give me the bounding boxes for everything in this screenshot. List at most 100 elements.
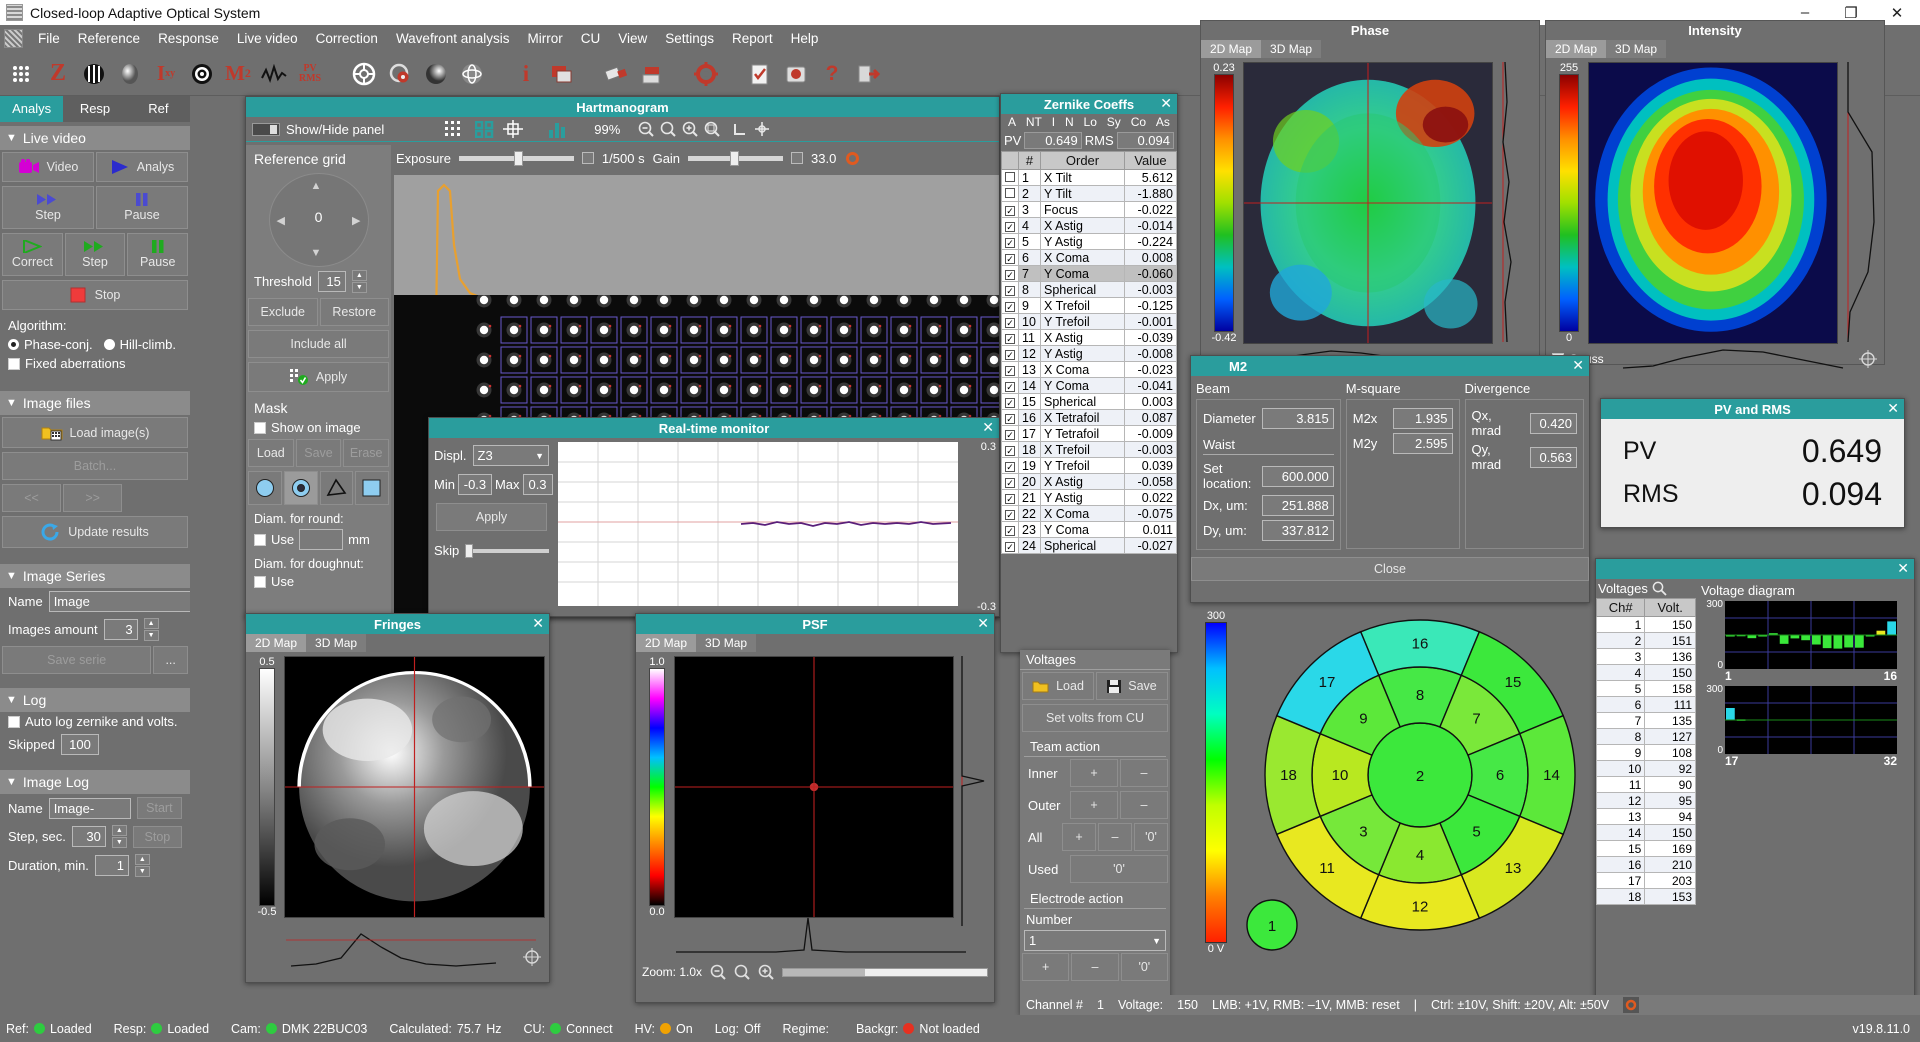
table-row[interactable]: 4150 [1597, 665, 1696, 681]
pause-button-2[interactable]: Pause [127, 233, 188, 276]
displ-dropdown[interactable]: Z3 ▼ [473, 445, 549, 466]
table-row[interactable]: 6111 [1597, 697, 1696, 713]
zernike-row-checkbox[interactable]: ✓ [1002, 250, 1019, 266]
table-row[interactable]: ✓8Spherical-0.003 [1002, 282, 1177, 298]
analys-button[interactable]: Analys [96, 152, 188, 182]
outer-plus-button[interactable]: + [1070, 791, 1118, 819]
section-log[interactable]: ▼ Log [0, 688, 190, 712]
zernike-row-checkbox[interactable]: ✓ [1002, 394, 1019, 410]
windows-icon[interactable] [546, 58, 578, 90]
imagelog-step-stepper[interactable]: ▲▼ [112, 825, 127, 848]
table-row[interactable]: 15169 [1597, 841, 1696, 857]
table-row[interactable]: ✓14Y Coma-0.041 [1002, 378, 1177, 394]
psf-hscrollbar[interactable] [782, 968, 988, 977]
inner-minus-button[interactable]: – [1120, 759, 1168, 787]
realtime-apply-button[interactable]: Apply [436, 503, 547, 531]
gain-slider[interactable] [688, 156, 783, 161]
phase-icon[interactable] [114, 58, 146, 90]
section-live-video[interactable]: ▼ Live video [0, 126, 190, 150]
restore-button[interactable]: Restore [320, 298, 390, 326]
corner-icon[interactable] [732, 121, 748, 137]
mask-circle-button[interactable] [248, 471, 282, 505]
table-row[interactable]: ✓7Y Coma-0.060 [1002, 266, 1177, 282]
table-row[interactable]: ✓19Y Trefoil0.039 [1002, 458, 1177, 474]
zernike-row-checkbox[interactable]: ✓ [1002, 346, 1019, 362]
zernike-row-checkbox[interactable]: ✓ [1002, 314, 1019, 330]
imagelog-start-button[interactable]: Start [137, 797, 182, 819]
table-row[interactable]: ✓10Y Trefoil-0.001 [1002, 314, 1177, 330]
psf-map-image[interactable] [674, 656, 954, 918]
squares-icon[interactable] [475, 121, 494, 138]
imagelog-stop-button[interactable]: Stop [133, 826, 182, 848]
exposure-gear-icon[interactable] [844, 150, 861, 167]
moon-icon[interactable] [420, 58, 452, 90]
table-row[interactable]: ✓12Y Astig-0.008 [1002, 346, 1177, 362]
m2-icon[interactable]: M2 [222, 58, 254, 90]
zernike-row-checkbox[interactable]: ✓ [1002, 362, 1019, 378]
menu-item-file[interactable]: File [29, 27, 69, 50]
intensity-icon[interactable]: Ixy [150, 58, 182, 90]
zernike-row-checkbox[interactable] [1002, 186, 1019, 202]
section-image-series[interactable]: ▼ Image Series [0, 564, 190, 588]
imagelog-duration-stepper[interactable]: ▲▼ [135, 854, 150, 877]
mask-doughnut-button[interactable] [284, 471, 318, 505]
tab-analys[interactable]: Analys [0, 96, 63, 122]
mask-load-button[interactable]: Load [248, 439, 294, 467]
aperture-icon[interactable] [348, 58, 380, 90]
section-image-files[interactable]: ▼ Image files [0, 391, 190, 415]
fringes-tab-2d[interactable]: 2D Map [246, 634, 306, 652]
table-row[interactable]: ✓23Y Coma0.011 [1002, 522, 1177, 538]
menu-item-correction[interactable]: Correction [307, 27, 387, 50]
table-row[interactable]: 14150 [1597, 825, 1696, 841]
menu-item-live-video[interactable]: Live video [228, 27, 307, 50]
fringes-tab-3d[interactable]: 3D Map [306, 634, 366, 652]
table-row[interactable]: 1394 [1597, 809, 1696, 825]
mask-polygon-button[interactable] [320, 471, 354, 505]
pvrms-close-icon[interactable]: ✕ [1887, 400, 1899, 417]
zflag-n[interactable]: N [1065, 115, 1074, 129]
max-input[interactable] [523, 474, 553, 495]
menu-item-reference[interactable]: Reference [69, 27, 149, 50]
phase-tab-3d[interactable]: 3D Map [1261, 40, 1321, 58]
table-row[interactable]: ✓20X Astig-0.058 [1002, 474, 1177, 490]
include-all-button[interactable]: Include all [248, 330, 389, 358]
psf-tab-3d[interactable]: 3D Map [696, 634, 756, 652]
zernike-row-checkbox[interactable]: ✓ [1002, 218, 1019, 234]
mask-save-button[interactable]: Save [296, 439, 342, 467]
zernike-row-checkbox[interactable]: ✓ [1002, 282, 1019, 298]
electrode-plus-button[interactable]: + [1022, 953, 1069, 981]
zoom-reset-icon[interactable] [660, 121, 676, 137]
table-row[interactable]: 2151 [1597, 633, 1696, 649]
electrode-zero-button[interactable]: '0' [1121, 953, 1168, 981]
record-icon[interactable] [780, 58, 812, 90]
prev-button[interactable]: << [2, 484, 61, 512]
intensity-map-image[interactable] [1588, 62, 1838, 344]
zflag-co[interactable]: Co [1131, 115, 1146, 129]
camera1-icon[interactable] [600, 58, 632, 90]
tab-resp[interactable]: Resp [63, 96, 126, 122]
shutter-dropdown-icon[interactable] [582, 152, 594, 164]
mirror-settings-icon[interactable] [1623, 997, 1639, 1013]
voltages-save-button[interactable]: Save [1096, 672, 1168, 700]
apply-button[interactable]: Apply [248, 362, 389, 392]
table-row[interactable]: 3136 [1597, 649, 1696, 665]
all-zero-button[interactable]: '0' [1134, 823, 1168, 851]
fringes-close-icon[interactable]: ✕ [532, 615, 544, 632]
table-row[interactable]: ✓24Spherical-0.027 [1002, 538, 1177, 554]
table-row[interactable]: 5158 [1597, 681, 1696, 697]
table-row[interactable]: 2Y Tilt-1.880 [1002, 186, 1177, 202]
mirror-electrode-map[interactable]: 287654310916151413121118171 [1240, 595, 1600, 955]
zernike-close-icon[interactable]: ✕ [1160, 95, 1172, 112]
load-images-button[interactable]: Load image(s) [2, 417, 188, 448]
pvrms-icon[interactable]: PVRMS [294, 58, 326, 90]
auto-log-checkbox[interactable] [8, 716, 20, 728]
table-row[interactable]: ✓15Spherical0.003 [1002, 394, 1177, 410]
menu-item-help[interactable]: Help [782, 27, 828, 50]
crosshair-grid-icon[interactable] [503, 120, 523, 138]
table-row[interactable]: 18153 [1597, 889, 1696, 905]
zernike-row-checkbox[interactable]: ✓ [1002, 378, 1019, 394]
table-row[interactable]: 17203 [1597, 873, 1696, 889]
radio-phase-conj[interactable] [8, 339, 19, 350]
grid-icon[interactable] [6, 58, 38, 90]
phase-tab-2d[interactable]: 2D Map [1201, 40, 1261, 58]
